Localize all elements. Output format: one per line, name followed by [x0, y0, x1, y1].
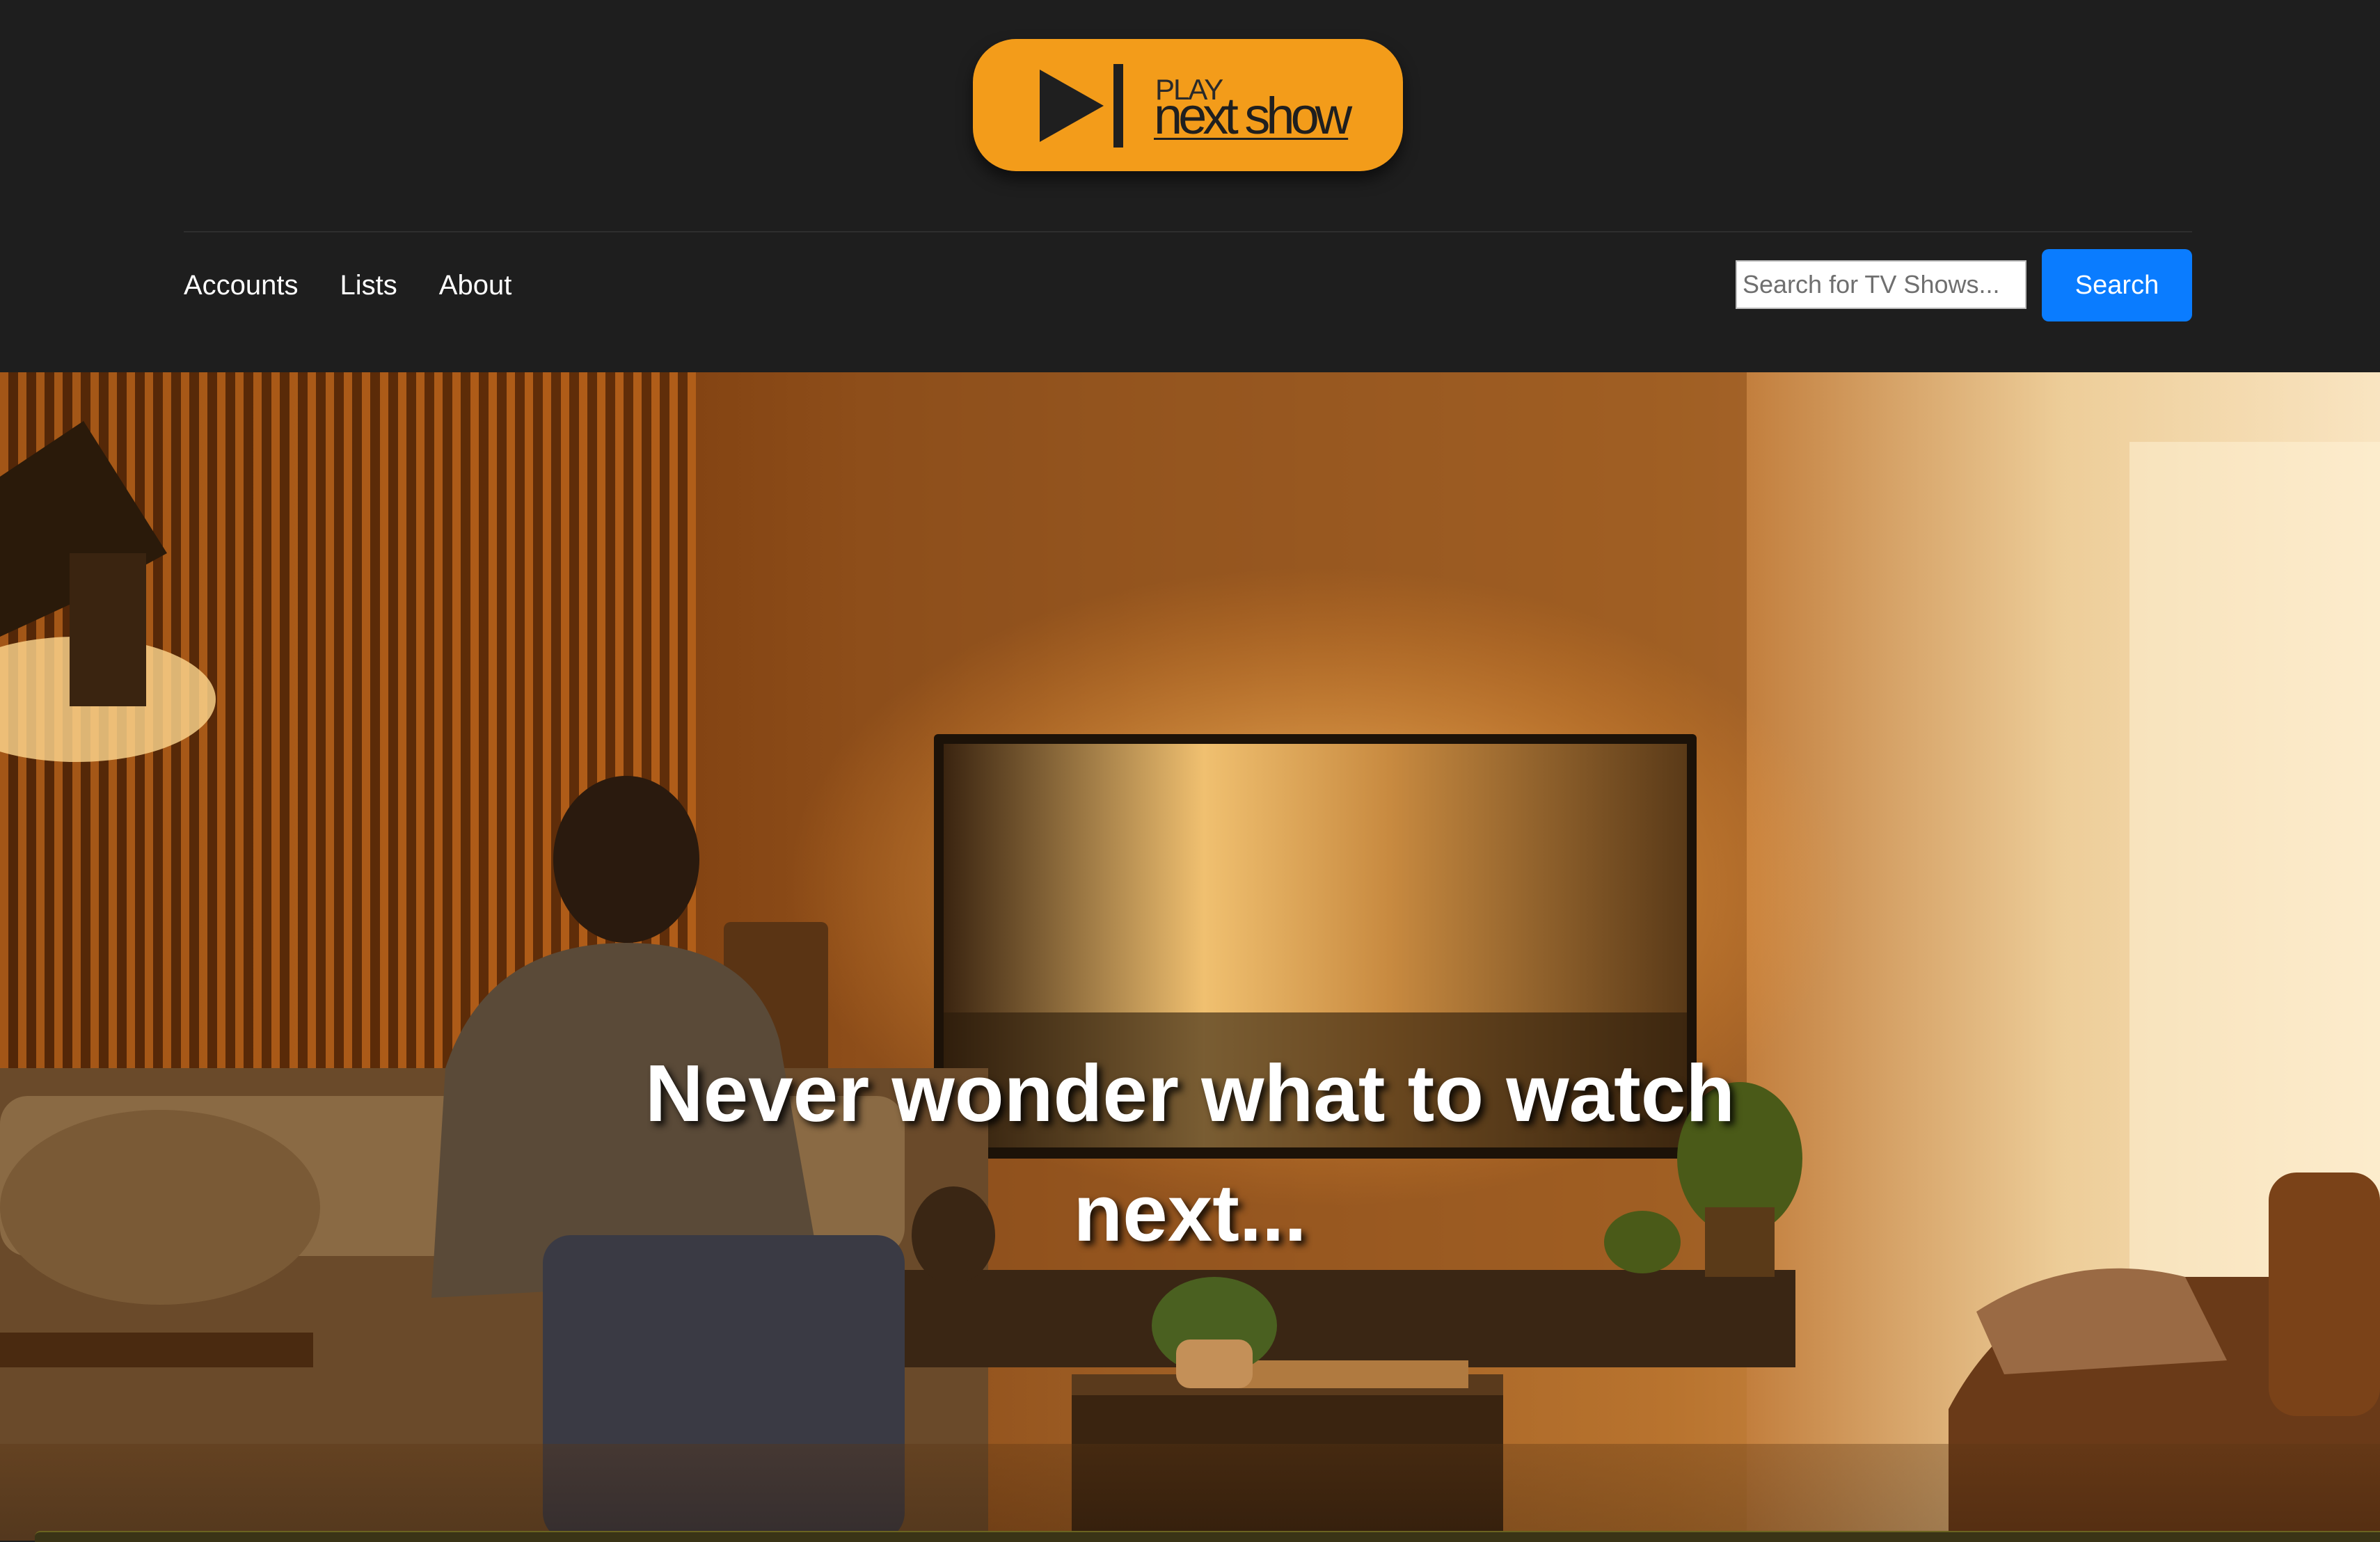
- hero-banner: Never wonder what to watch next...: [0, 372, 2380, 1541]
- logo-name: next show: [1154, 87, 1352, 145]
- site-header: PLAY next show Accounts Lists About Sear…: [0, 0, 2380, 372]
- site-logo[interactable]: PLAY next show: [973, 39, 1403, 171]
- play-next-icon: [1040, 64, 1123, 148]
- search-input[interactable]: [1736, 260, 2026, 309]
- hero-image: [0, 372, 2380, 1541]
- nav-accounts-link[interactable]: Accounts: [184, 264, 299, 306]
- hero-headline: Never wonder what to watch next...: [644, 1048, 1736, 1258]
- search-button[interactable]: Search: [2042, 249, 2192, 321]
- nav-lists-link[interactable]: Lists: [340, 264, 397, 306]
- main-nav: Accounts Lists About: [184, 264, 553, 306]
- header-divider: [184, 231, 2192, 232]
- nav-about-link[interactable]: About: [439, 264, 512, 306]
